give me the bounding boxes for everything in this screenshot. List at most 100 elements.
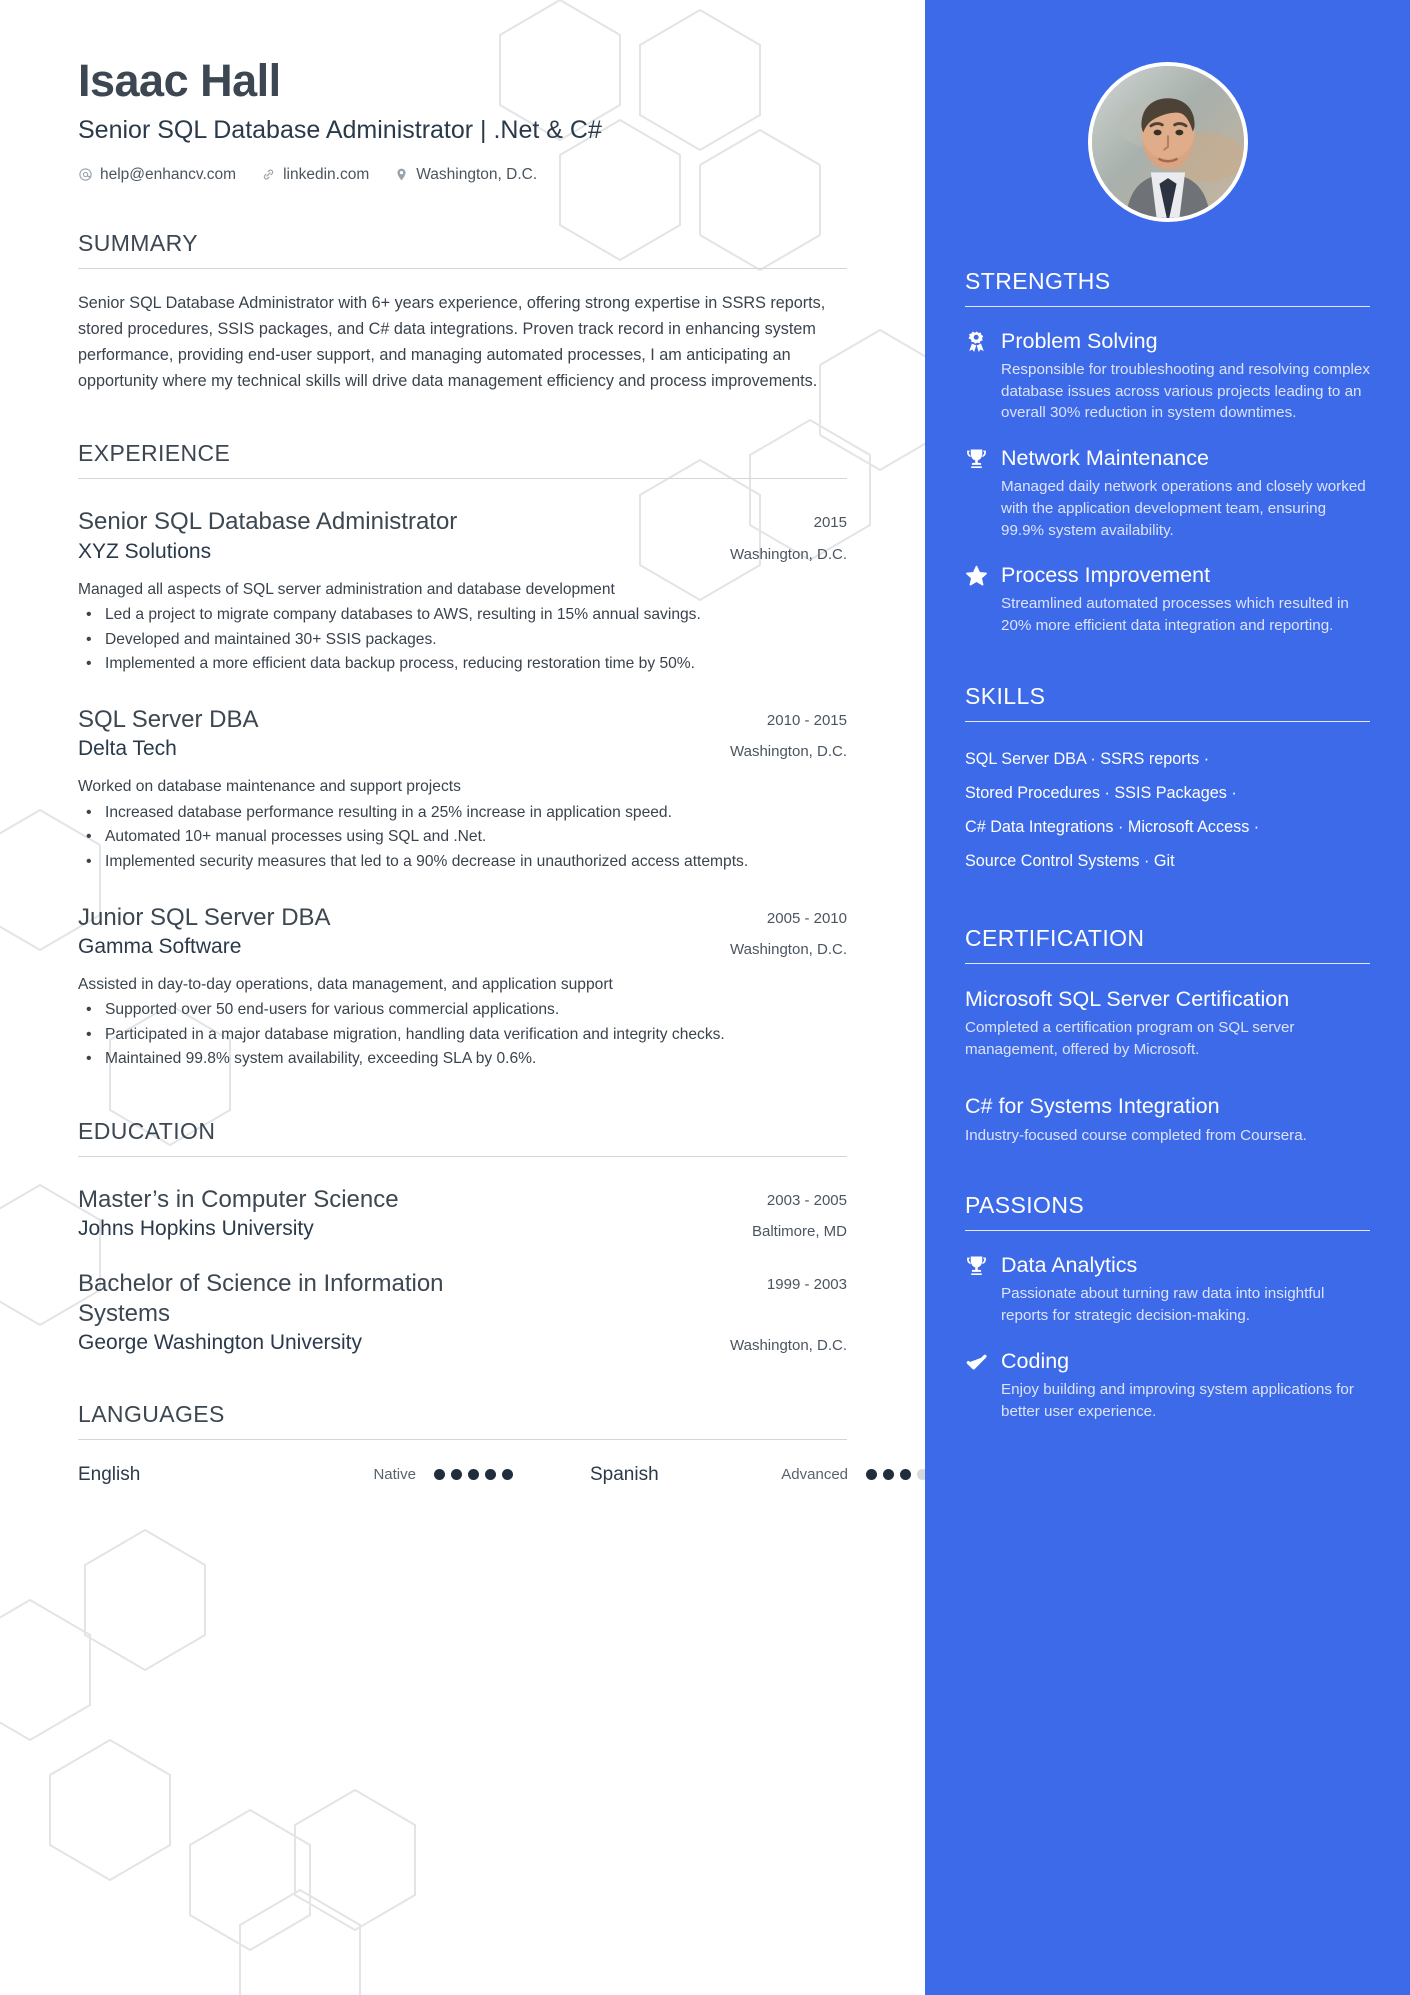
experience-bullet: Developed and maintained 30+ SSIS packag… [78,627,847,653]
main-content-column: Isaac Hall Senior SQL Database Administr… [0,0,945,1995]
education-location: Washington, D.C. [730,1336,847,1354]
link-icon [261,167,276,182]
certification-description: Industry-focused course completed from C… [965,1126,1307,1144]
contact-location: Washington, D.C. [394,166,537,184]
skill-line: SQL Server DBA · SSRS reports · [965,749,1210,768]
certification-item: C# for Systems Integration Industry-focu… [965,1093,1370,1146]
experience-bullet-list: Supported over 50 end-users for various … [78,997,847,1072]
passion-item: Coding Enjoy building and improving syst… [965,1349,1370,1422]
experience-role: SQL Server DBA [78,705,259,733]
strength-title: Process Improvement [1001,563,1211,588]
section-summary: SUMMARY Senior SQL Database Administrato… [78,230,847,395]
passion-description: Passionate about turning raw data into i… [1001,1285,1325,1325]
experience-company: Delta Tech [78,737,177,761]
professional-headline: Senior SQL Database Administrator | .Net… [78,115,602,144]
section-title-education: EDUCATION [78,1118,216,1145]
certification-name: C# for Systems Integration [965,1094,1220,1119]
experience-role: Junior SQL Server DBA [78,903,331,931]
experience-bullet: Supported over 50 end-users for various … [78,997,847,1023]
section-divider [965,962,1370,964]
trophy-icon [965,1254,988,1277]
section-title-strengths: STRENGTHS [965,268,1111,294]
contact-linkedin-text: linkedin.com [283,165,370,183]
skill-line: C# Data Integrations · Microsoft Access … [965,818,1260,837]
education-entry: Master’s in Computer Science 2003 - 2005… [78,1185,847,1241]
experience-dates: 2015 [813,514,847,532]
experience-company: Gamma Software [78,934,242,958]
language-rating-dots [434,1469,538,1481]
section-divider [965,306,1370,307]
education-school: Johns Hopkins University [78,1217,314,1241]
section-divider [78,1438,847,1440]
passion-item: Data Analytics Passionate about turning … [965,1253,1370,1326]
experience-bullet-list: Increased database performance resulting… [78,800,847,875]
rating-dot [502,1469,513,1481]
experience-bullet: Implemented a more efficient data backup… [78,651,847,677]
experience-bullet: Automated 10+ manual processes using SQL… [78,824,847,850]
experience-bullet: Led a project to migrate company databas… [78,602,847,628]
language-name: Spanish [590,1463,659,1485]
section-title-experience: EXPERIENCE [78,440,231,467]
language-level: Native [373,1466,416,1484]
avatar-wrapper [965,0,1370,222]
strength-description: Streamlined automated processes which re… [1001,595,1349,635]
languages-list: English Native Spanish Advanced [78,1463,945,1486]
strength-item: Problem Solving Responsible for troubles… [965,329,1370,424]
section-title-languages: LANGUAGES [78,1400,225,1427]
sidebar-column: STRENGTHS Problem Solving Responsible fo… [925,0,1410,1995]
experience-location: Washington, D.C. [730,940,847,958]
education-dates: 1999 - 2003 [766,1276,847,1294]
profile-photo-illustration [1091,66,1244,218]
contact-info-bar: help@enhancv.com linkedin.com Washington… [78,166,847,184]
strength-description: Managed daily network operations and clo… [1001,478,1366,539]
education-school: George Washington University [78,1330,363,1354]
experience-dates: 2010 - 2015 [766,711,847,729]
education-entry: Bachelor of Science in Information Syste… [78,1269,847,1355]
certification-name: Microsoft SQL Server Certification [965,986,1290,1011]
experience-entry: SQL Server DBA 2010 - 2015 Delta Tech Wa… [78,705,847,875]
section-title-passions: PASSIONS [965,1192,1085,1219]
skill-line: Source Control Systems · Git [965,852,1175,871]
rating-dot [883,1469,894,1481]
section-education: EDUCATION Master’s in Computer Science 2… [78,1118,847,1355]
experience-location: Washington, D.C. [730,545,847,563]
rating-dot [866,1469,877,1481]
section-title-summary: SUMMARY [78,229,198,256]
section-strengths: STRENGTHS Problem Solving Responsible fo… [965,268,1370,637]
language-level: Advanced [781,1466,848,1484]
experience-company: XYZ Solutions [78,539,212,563]
contact-email[interactable]: help@enhancv.com [78,166,236,184]
experience-description: Worked on database maintenance and suppo… [78,778,461,796]
section-experience: EXPERIENCE Senior SQL Database Administr… [78,440,847,1072]
strength-title: Network Maintenance [1001,446,1209,471]
summary-text: Senior SQL Database Administrator with 6… [78,293,826,391]
resume-page: Isaac Hall Senior SQL Database Administr… [0,0,1410,1995]
location-pin-icon [394,167,409,182]
at-icon [78,167,93,182]
contact-email-text: help@enhancv.com [100,165,237,183]
contact-location-text: Washington, D.C. [416,165,538,183]
strength-title: Problem Solving [1001,329,1158,353]
star-outline-icon [965,564,988,587]
education-degree: Bachelor of Science in Information Syste… [78,1270,444,1327]
page-title: Isaac Hall [78,55,281,106]
section-divider [965,720,1370,722]
passion-title: Coding [1001,1348,1070,1373]
check-icon [965,1350,988,1373]
skills-list: SQL Server DBA · SSRS reports · Stored P… [965,742,1370,879]
skill-line: Stored Procedures · SSIS Packages · [965,784,1237,803]
experience-role: Senior SQL Database Administrator [78,508,458,536]
section-certification: CERTIFICATION Microsoft SQL Server Certi… [965,925,1370,1147]
experience-bullet: Implemented security measures that led t… [78,849,847,875]
certification-item: Microsoft SQL Server Certification Compl… [965,986,1370,1061]
section-languages: LANGUAGES English Native Spanish Advance… [78,1400,945,1486]
section-title-skills: SKILLS [965,682,1046,709]
rating-dot [485,1469,496,1481]
rating-dot [468,1469,479,1481]
strength-item: Process Improvement Streamlined automate… [965,563,1370,636]
contact-linkedin[interactable]: linkedin.com [261,166,369,184]
rating-dot [434,1469,445,1481]
education-degree: Master’s in Computer Science [78,1186,399,1214]
language-name: English [78,1463,141,1485]
experience-bullet-list: Led a project to migrate company databas… [78,602,847,677]
